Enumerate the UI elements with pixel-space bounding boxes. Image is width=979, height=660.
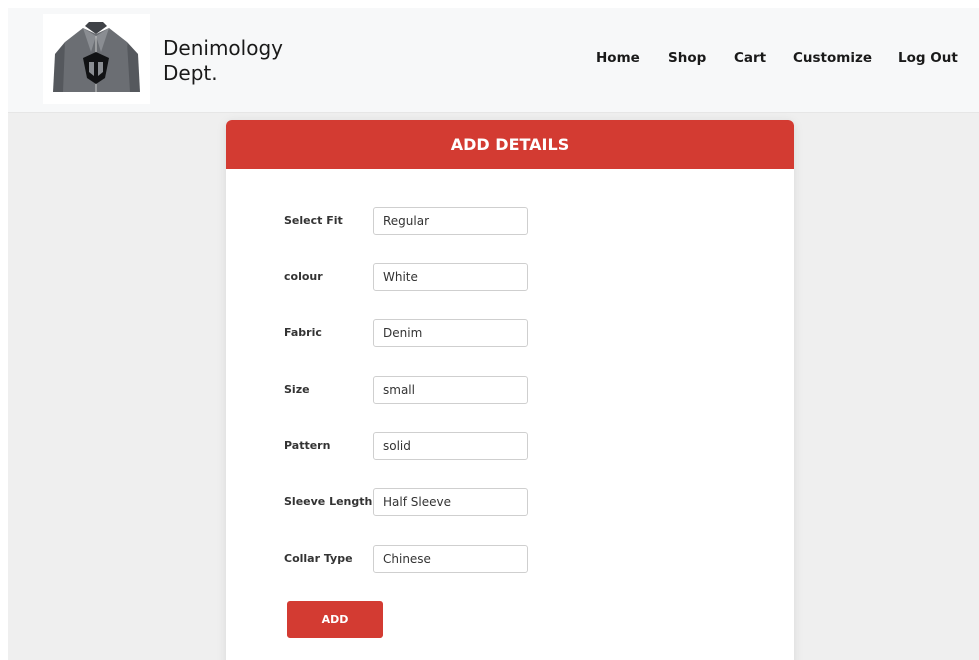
add-details-card: ADD DETAILS Select Fit colour Fabric Siz… <box>226 120 794 660</box>
form-row-collar-type: Collar Type <box>226 545 794 573</box>
size-label: Size <box>284 383 310 396</box>
form-row-pattern: Pattern <box>226 432 794 460</box>
main-nav: Home Shop Cart Customize Log Out <box>8 50 979 70</box>
add-button[interactable]: ADD <box>287 601 383 638</box>
form-row-sleeve-length: Sleeve Length <box>226 488 794 516</box>
fabric-input[interactable] <box>373 319 528 347</box>
form-row-size: Size <box>226 376 794 404</box>
colour-input[interactable] <box>373 263 528 291</box>
pattern-input[interactable] <box>373 432 528 460</box>
page: Denimology Dept. Home Shop Cart Customiz… <box>8 8 979 660</box>
collar-type-label: Collar Type <box>284 552 353 565</box>
collar-type-input[interactable] <box>373 545 528 573</box>
sleeve-length-label: Sleeve Length <box>284 495 373 508</box>
navbar: Denimology Dept. Home Shop Cart Customiz… <box>8 8 979 113</box>
fit-input[interactable] <box>373 207 528 235</box>
fabric-label: Fabric <box>284 326 322 339</box>
nav-cart-link[interactable]: Cart <box>734 50 766 66</box>
nav-home-link[interactable]: Home <box>596 50 640 66</box>
form-row-fit: Select Fit <box>226 207 794 235</box>
form-row-colour: colour <box>226 263 794 291</box>
form-row-fabric: Fabric <box>226 319 794 347</box>
colour-label: colour <box>284 270 323 283</box>
pattern-label: Pattern <box>284 439 331 452</box>
fit-label: Select Fit <box>284 214 343 227</box>
nav-logout-link[interactable]: Log Out <box>898 50 958 66</box>
sleeve-length-input[interactable] <box>373 488 528 516</box>
card-title: ADD DETAILS <box>226 120 794 169</box>
nav-shop-link[interactable]: Shop <box>668 50 706 66</box>
size-input[interactable] <box>373 376 528 404</box>
nav-customize-link[interactable]: Customize <box>793 50 872 66</box>
